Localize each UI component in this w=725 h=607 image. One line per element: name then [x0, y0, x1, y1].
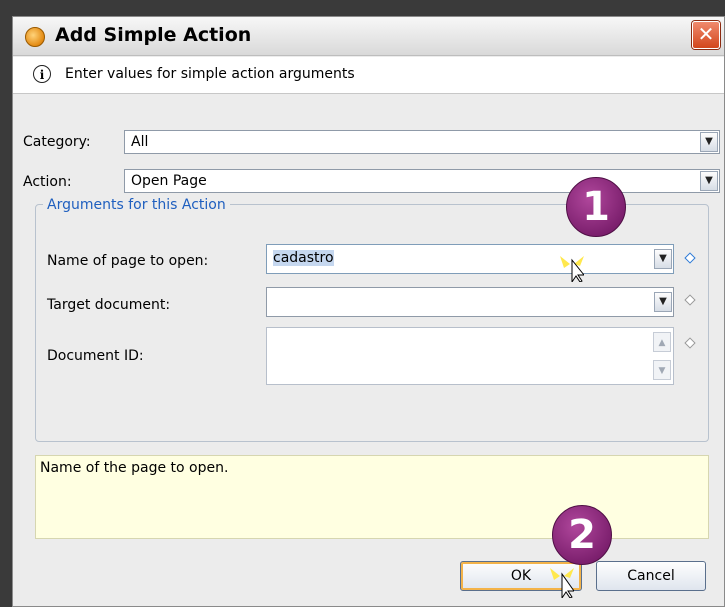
chevron-down-icon[interactable]: ▼	[654, 292, 672, 312]
target-document-combo[interactable]: ▼	[266, 287, 674, 317]
action-label: Action:	[23, 174, 72, 190]
info-icon: i	[33, 65, 51, 83]
document-id-textarea[interactable]: ▲ ▼	[266, 327, 674, 385]
close-button[interactable]: ✕	[692, 21, 720, 49]
target-document-label: Target document:	[47, 297, 171, 313]
page-name-label: Name of page to open:	[47, 253, 209, 269]
page-name-input[interactable]: cadastro	[273, 250, 334, 266]
info-text: Enter values for simple action arguments	[65, 66, 355, 82]
scroll-down-icon[interactable]: ▼	[653, 360, 671, 380]
scroll-up-icon[interactable]: ▲	[653, 332, 671, 352]
page-name-combo[interactable]: cadastro ▼	[266, 244, 674, 274]
cancel-button[interactable]: Cancel	[596, 561, 706, 591]
app-icon	[25, 27, 45, 47]
chevron-down-icon[interactable]: ▼	[654, 249, 672, 269]
category-value: All	[131, 134, 149, 150]
window-title: Add Simple Action	[55, 24, 252, 46]
category-select[interactable]: All ▼	[124, 130, 720, 154]
add-simple-action-dialog: Add Simple Action ✕ i Enter values for s…	[12, 16, 725, 607]
cursor-icon	[550, 568, 574, 598]
action-select[interactable]: Open Page ▼	[124, 169, 720, 193]
chevron-down-icon[interactable]: ▼	[700, 171, 718, 191]
document-id-label: Document ID:	[47, 348, 144, 364]
step-2-badge: 2	[552, 505, 612, 565]
arguments-group-title: Arguments for this Action	[43, 197, 230, 213]
info-bar: i Enter values for simple action argumen…	[13, 57, 724, 94]
chevron-down-icon[interactable]: ▼	[700, 132, 718, 152]
title-bar: Add Simple Action ✕	[13, 17, 724, 56]
arguments-group	[35, 204, 709, 442]
cursor-icon	[560, 256, 584, 282]
step-1-badge: 1	[566, 177, 626, 237]
category-label: Category:	[23, 134, 91, 150]
action-value: Open Page	[131, 173, 207, 189]
help-text: Name of the page to open.	[40, 460, 229, 476]
